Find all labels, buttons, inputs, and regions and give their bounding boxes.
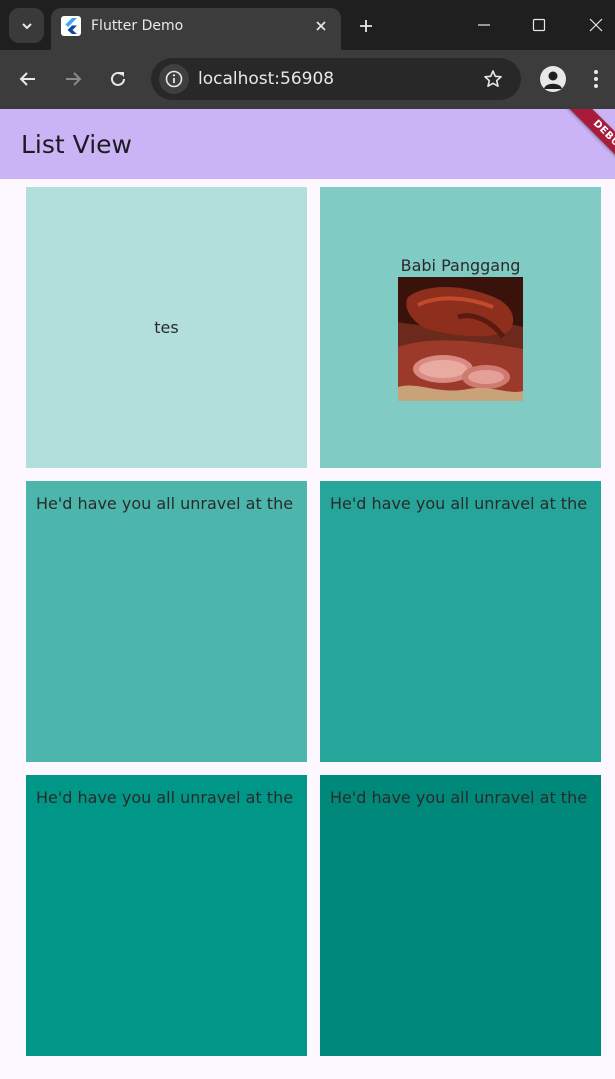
tab-close-button[interactable] xyxy=(309,14,333,38)
minimize-button[interactable] xyxy=(469,10,499,40)
url-text: localhost:56908 xyxy=(198,69,335,89)
tile-text: He'd have you all unravel at the xyxy=(36,494,294,513)
browser-toolbar: localhost:56908 xyxy=(0,50,615,109)
roast-pork-image xyxy=(398,277,523,401)
new-tab-button[interactable] xyxy=(352,12,380,40)
star-icon xyxy=(484,70,502,87)
tab-title: Flutter Demo xyxy=(91,18,184,34)
browser-tab[interactable]: Flutter Demo xyxy=(51,8,341,50)
grid-tile: He'd have you all unravel at the xyxy=(26,775,307,1056)
grid-tile: tes xyxy=(26,187,307,468)
grid-tile: He'd have you all unravel at the xyxy=(320,775,601,1056)
more-vertical-icon xyxy=(594,70,598,88)
person-icon xyxy=(544,71,562,89)
profile-avatar[interactable] xyxy=(540,66,566,92)
minimize-icon xyxy=(478,24,490,26)
bookmark-button[interactable] xyxy=(481,67,505,91)
reload-icon xyxy=(111,71,125,86)
tile-text: He'd have you all unravel at the xyxy=(330,788,588,807)
page-title: List View xyxy=(21,130,132,159)
close-icon xyxy=(589,18,603,32)
tile-text: He'd have you all unravel at the xyxy=(330,494,588,513)
tab-search-button[interactable] xyxy=(9,8,44,43)
food-name: Babi Panggang xyxy=(400,256,521,275)
app-bar: List View xyxy=(0,109,615,179)
forward-button[interactable] xyxy=(58,64,88,94)
site-info-button[interactable] xyxy=(159,64,189,94)
food-card: Babi Panggang xyxy=(320,255,601,401)
maximize-button[interactable] xyxy=(524,10,554,40)
debug-banner-label: DEBUG xyxy=(560,109,615,179)
grid-tile: He'd have you all unravel at the xyxy=(320,481,601,762)
back-button[interactable] xyxy=(13,64,43,94)
debug-banner: DEBUG xyxy=(545,109,615,179)
grid-view[interactable]: tes Babi Panggang He'd have you all unra… xyxy=(0,179,615,1079)
arrow-left-icon xyxy=(19,72,35,86)
plus-icon xyxy=(360,20,372,32)
browser-tab-strip: Flutter Demo xyxy=(0,0,615,50)
tile-text: He'd have you all unravel at the xyxy=(36,788,294,807)
info-icon xyxy=(165,70,183,88)
flutter-favicon-icon xyxy=(61,16,81,36)
reload-button[interactable] xyxy=(103,64,133,94)
grid-tile: He'd have you all unravel at the xyxy=(26,481,307,762)
chevron-down-icon xyxy=(21,22,32,29)
arrow-right-icon xyxy=(66,72,82,86)
close-window-button[interactable] xyxy=(581,10,611,40)
tile-text: tes xyxy=(154,318,179,337)
close-icon xyxy=(316,21,326,31)
maximize-icon xyxy=(532,18,546,32)
browser-menu-button[interactable] xyxy=(584,64,608,94)
address-bar[interactable]: localhost:56908 xyxy=(151,58,521,100)
grid-tile: Babi Panggang xyxy=(320,187,601,468)
